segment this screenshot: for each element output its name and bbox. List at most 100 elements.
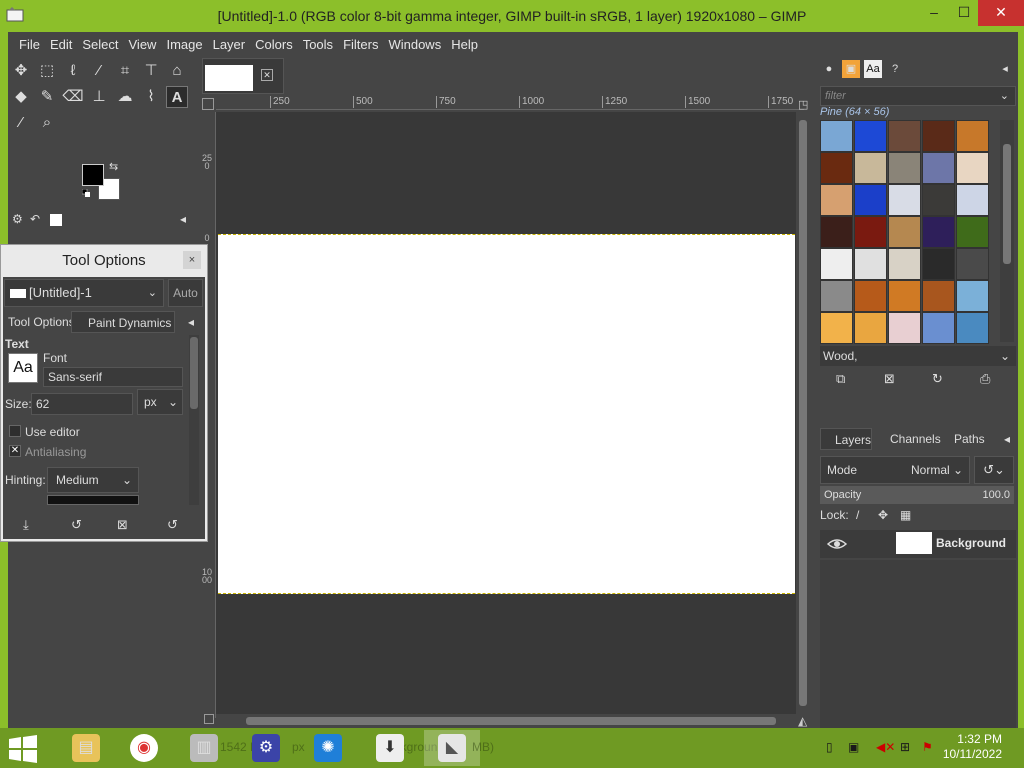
tab-layers[interactable]: Layers (820, 428, 872, 450)
smudge-tool-icon[interactable]: ☁ (114, 86, 136, 108)
composite-mode-button[interactable]: ↺⌄ (974, 456, 1014, 484)
auto-button[interactable]: Auto (168, 279, 203, 307)
pattern-swatch[interactable] (820, 152, 853, 184)
tab-paint-dynamics[interactable]: Paint Dynamics (71, 311, 176, 333)
paintbrush-tool-icon[interactable]: ✎ (36, 86, 58, 108)
text-tool-icon[interactable]: A (166, 86, 188, 108)
size-unit-combo[interactable]: px ⌄ (137, 389, 183, 415)
close-button[interactable]: ✕ (978, 0, 1024, 26)
pattern-swatch[interactable] (956, 120, 989, 152)
layer-mode-combo[interactable]: Mode Normal ⌄ (820, 456, 970, 484)
reset-colors-icon[interactable] (82, 189, 90, 197)
pattern-swatch[interactable] (854, 248, 887, 280)
bucket-fill-tool-icon[interactable]: ◆ (10, 86, 32, 108)
fonts-tab-icon[interactable]: Aa (864, 60, 882, 78)
tray-folder-icon[interactable]: ▣ (848, 740, 859, 754)
pattern-filter-input[interactable]: filter ⌄ (820, 86, 1016, 106)
scrollbar-thumb[interactable] (190, 337, 198, 409)
pattern-swatch[interactable] (854, 152, 887, 184)
open-pattern-icon[interactable]: ⎙ (980, 371, 990, 387)
canvas-vertical-scrollbar[interactable] (796, 112, 810, 714)
rect-select-tool-icon[interactable]: ⬚ (36, 60, 58, 82)
quick-mask-toggle[interactable] (202, 98, 214, 110)
duplicate-pattern-icon[interactable]: ⧉ (836, 371, 845, 387)
pattern-swatch[interactable] (956, 312, 989, 344)
network-icon[interactable]: ⊞ (900, 740, 910, 754)
pattern-swatch[interactable] (922, 152, 955, 184)
antialiasing-checkbox[interactable]: ✕ (9, 445, 21, 457)
brushes-tab-icon[interactable]: ● (820, 60, 838, 78)
pattern-swatch[interactable] (922, 120, 955, 152)
toolbox-tab-menu-icon[interactable]: ◂ (180, 212, 186, 226)
undo-history-icon[interactable]: ↶ (30, 212, 40, 226)
dock-tab-menu-icon[interactable]: ◂ (996, 60, 1014, 78)
warp-tool-icon[interactable]: ⌂ (166, 60, 188, 82)
eraser-tool-icon[interactable]: ⌫ (62, 86, 84, 108)
lock-alpha-icon[interactable]: ▦ (900, 508, 911, 522)
chevron-down-icon[interactable]: ⌄ (953, 457, 963, 483)
pattern-swatch[interactable] (854, 280, 887, 312)
tool-options-scrollbar[interactable] (189, 335, 199, 505)
close-image-tab-icon[interactable]: ✕ (261, 69, 273, 81)
pattern-swatch[interactable] (922, 184, 955, 216)
action-center-icon[interactable]: ⚑ (922, 740, 933, 754)
pattern-swatch[interactable] (956, 184, 989, 216)
pattern-swatch[interactable] (820, 312, 853, 344)
lasso-tool-icon[interactable]: ℓ (62, 60, 84, 82)
layers-list-empty-area[interactable] (820, 560, 1016, 728)
move-tool-icon[interactable]: ✥ (10, 60, 32, 82)
layers-tab-menu-icon[interactable]: ◂ (1004, 428, 1010, 450)
scrollbar-thumb[interactable] (246, 717, 776, 725)
save-options-icon[interactable]: ⤓ (23, 517, 29, 533)
scrollbar-thumb[interactable] (1003, 144, 1011, 264)
maximize-button[interactable]: ☐ (948, 0, 980, 26)
pattern-swatch[interactable] (820, 120, 853, 152)
pattern-swatch[interactable] (956, 248, 989, 280)
pattern-swatch[interactable] (820, 184, 853, 216)
chevron-down-icon[interactable]: ⌄ (168, 390, 178, 414)
pattern-swatch[interactable] (888, 152, 921, 184)
layer-name[interactable]: Background (936, 536, 1006, 550)
pattern-swatch[interactable] (922, 216, 955, 248)
lock-position-icon[interactable]: ✥ (878, 508, 888, 522)
scrollbar-thumb[interactable] (799, 120, 807, 706)
pattern-swatch[interactable] (956, 152, 989, 184)
taskbar-file-explorer[interactable]: ▤ (58, 730, 114, 766)
lock-pixels-icon[interactable]: / (856, 508, 859, 522)
menu-windows[interactable]: Windows (383, 37, 446, 52)
help-tab-icon[interactable]: ? (886, 60, 904, 78)
menu-image[interactable]: Image (161, 37, 207, 52)
clone-tool-icon[interactable]: ⊥ (88, 86, 110, 108)
tab-paths[interactable]: Paths (940, 428, 985, 450)
taskbar-brightness[interactable]: ✺ (300, 730, 356, 766)
font-preview-button[interactable]: Aa (8, 353, 38, 383)
hinting-combo[interactable]: Medium ⌄ (47, 467, 139, 493)
pattern-swatch[interactable] (854, 216, 887, 248)
refresh-patterns-icon[interactable]: ↻ (932, 371, 943, 387)
menu-colors[interactable]: Colors (250, 37, 298, 52)
pattern-swatch[interactable] (820, 280, 853, 312)
navigate-icon[interactable]: ◭ (798, 714, 807, 728)
opacity-slider[interactable]: Opacity 100.0 (820, 486, 1014, 504)
foreground-color-swatch[interactable] (82, 164, 104, 186)
tool-options-tab-menu-icon[interactable]: ◂ (185, 311, 197, 333)
menu-help[interactable]: Help (446, 37, 483, 52)
pattern-swatch[interactable] (888, 248, 921, 280)
chevron-down-icon[interactable]: ⌄ (1000, 346, 1010, 366)
delete-options-icon[interactable]: ⊠ (117, 517, 128, 533)
taskbar-settings[interactable]: ⚙ (238, 730, 294, 766)
menu-file[interactable]: File (14, 37, 45, 52)
image-canvas[interactable] (218, 234, 795, 594)
reset-options-icon[interactable]: ↺ (167, 517, 178, 533)
zoom-fit-icon[interactable]: ◳ (798, 98, 808, 111)
use-editor-checkbox[interactable] (9, 425, 21, 437)
patterns-tab-icon[interactable]: ▣ (842, 60, 860, 78)
pattern-swatch[interactable] (888, 312, 921, 344)
menu-view[interactable]: View (124, 37, 162, 52)
layer-row[interactable]: Background (820, 530, 1016, 558)
volume-muted-icon[interactable]: ◀✕ (876, 740, 895, 754)
pattern-scrollbar[interactable] (1000, 120, 1014, 342)
image-select-combo[interactable]: [Untitled]-1 ⌄ (4, 279, 164, 307)
chevron-down-icon[interactable]: ⌄ (1000, 87, 1009, 105)
pattern-swatch[interactable] (888, 120, 921, 152)
